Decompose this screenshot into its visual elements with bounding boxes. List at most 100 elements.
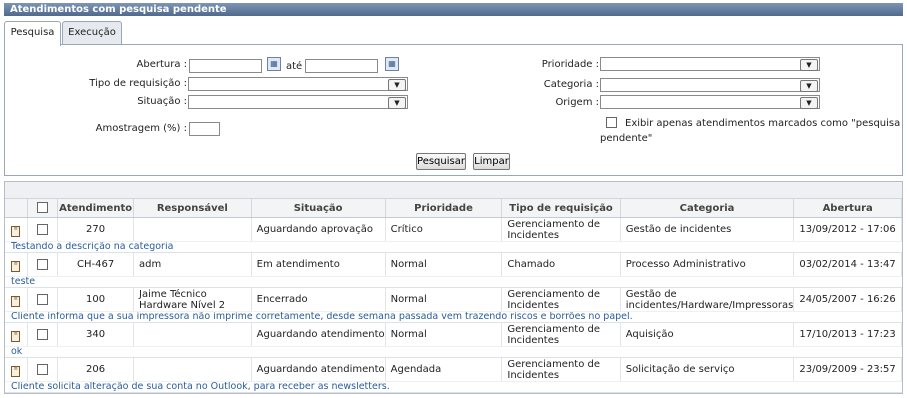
cell-tipo: Gerenciamento de Incidentes <box>501 217 621 242</box>
situacao-label: Situação : <box>137 96 187 107</box>
cell-prioridade: Normal <box>385 252 503 277</box>
cell-categoria: Aquisição <box>620 322 795 347</box>
cell-atendimento: 206 <box>57 357 135 382</box>
row-description: Testando a descrição na categoria <box>5 241 902 253</box>
search-panel: Abertura : ▦ até ▦ Tipo de requisição : … <box>4 44 903 176</box>
cell-categoria: Processo Administrativo <box>620 252 795 277</box>
cell-tipo: Gerenciamento de Incidentes <box>501 357 621 382</box>
col-situacao[interactable]: Situação <box>251 199 386 218</box>
col-tipo[interactable]: Tipo de requisição <box>501 199 621 218</box>
amostragem-input[interactable] <box>189 122 220 136</box>
col-atendimento[interactable]: Atendimento <box>57 199 135 218</box>
cell-tipo: Gerenciamento de Incidentes <box>501 322 621 347</box>
row-description: ok <box>5 346 902 358</box>
pesquisar-button[interactable]: Pesquisar <box>416 153 466 170</box>
table-row[interactable]: ≡ 340 Aguardando atendimento Normal Gere… <box>5 322 902 347</box>
cell-responsavel <box>133 357 252 382</box>
row-checkbox[interactable] <box>36 293 48 305</box>
calendar-icon[interactable]: ▦ <box>267 57 281 71</box>
cell-prioridade: Normal <box>385 287 503 312</box>
cell-abertura: 24/05/2007 - 16:26 <box>793 287 902 312</box>
document-icon[interactable]: ≡ <box>11 226 21 237</box>
exibir-pendentes-label: Exibir apenas atendimentos marcados como… <box>625 118 901 129</box>
table-row[interactable]: ≡ CH-467 adm Em atendimento Normal Chama… <box>5 252 902 277</box>
prioridade-select[interactable]: ▼ <box>600 57 820 71</box>
cell-responsavel <box>133 322 252 347</box>
cell-categoria: Gestão de incidentes <box>620 217 795 242</box>
exibir-pendentes-label-cont: pendente" <box>600 133 653 144</box>
cell-prioridade: Crítico <box>385 217 503 242</box>
cell-categoria: Gestão de incidentes/Hardware/Impressora… <box>620 287 795 312</box>
chevron-down-icon: ▼ <box>800 80 818 92</box>
table-row[interactable]: ≡ 270 Aguardando aprovação Crítico Geren… <box>5 217 902 242</box>
cell-prioridade: Normal <box>385 322 503 347</box>
row-checkbox[interactable] <box>36 363 48 375</box>
results-grid: Atendimento Responsável Situação Priorid… <box>4 181 903 394</box>
col-categoria[interactable]: Categoria <box>620 199 795 218</box>
categoria-label: Categoria : <box>543 79 599 90</box>
categoria-select[interactable]: ▼ <box>600 78 820 92</box>
document-icon[interactable]: ≡ <box>11 261 21 272</box>
row-checkbox[interactable] <box>36 328 48 340</box>
results-table: Atendimento Responsável Situação Priorid… <box>5 199 902 393</box>
origem-select[interactable]: ▼ <box>600 95 820 109</box>
table-row[interactable]: ≡ 100 Jaime Técnico Hardware Nível 2 Enc… <box>5 287 902 312</box>
tipo-requisicao-select[interactable]: ▼ <box>188 77 408 91</box>
tab-pesquisa[interactable]: Pesquisa <box>4 21 61 46</box>
document-icon[interactable]: ≡ <box>11 366 21 377</box>
cell-prioridade: Agendada <box>385 357 503 382</box>
document-icon[interactable]: ≡ <box>11 331 21 342</box>
cell-abertura: 03/02/2014 - 13:47 <box>793 252 902 277</box>
cell-responsavel: adm <box>133 252 252 277</box>
tab-execucao[interactable]: Execução <box>62 21 122 45</box>
select-all-checkbox[interactable] <box>36 202 48 214</box>
abertura-start-input[interactable] <box>189 59 262 73</box>
amostragem-label: Amostragem (%) : <box>95 123 187 134</box>
cell-abertura: 13/09/2012 - 17:06 <box>793 217 902 242</box>
chevron-down-icon: ▼ <box>800 59 818 71</box>
cell-tipo: Gerenciamento de Incidentes <box>501 287 621 312</box>
ate-label: até <box>286 61 303 72</box>
situacao-select[interactable]: ▼ <box>188 95 408 109</box>
cell-categoria: Solicitação de serviço <box>620 357 795 382</box>
row-description: Cliente solicita alteração de sua conta … <box>5 381 902 393</box>
table-row[interactable]: ≡ 206 Aguardando atendimento Agendada Ge… <box>5 357 902 382</box>
row-checkbox[interactable] <box>36 223 48 235</box>
row-checkbox[interactable] <box>36 258 48 270</box>
exibir-pendentes-checkbox[interactable] <box>606 117 617 128</box>
cell-situacao: Aguardando atendimento <box>251 322 386 347</box>
cell-atendimento: 100 <box>57 287 135 312</box>
abertura-end-input[interactable] <box>305 59 378 73</box>
chevron-down-icon: ▼ <box>388 97 406 109</box>
cell-situacao: Em atendimento <box>251 252 386 277</box>
origem-label: Origem : <box>555 97 599 108</box>
window-title: Atendimentos com pesquisa pendente <box>4 3 903 16</box>
row-description: Cliente informa que a sua impressora não… <box>5 311 902 323</box>
cell-atendimento: 340 <box>57 322 135 347</box>
abertura-label: Abertura : <box>136 59 188 70</box>
cell-atendimento: CH-467 <box>57 252 135 277</box>
cell-responsavel: Jaime Técnico Hardware Nível 2 <box>133 287 252 312</box>
document-icon[interactable]: ≡ <box>11 296 21 307</box>
cell-responsavel <box>133 217 252 242</box>
chevron-down-icon: ▼ <box>800 97 818 109</box>
cell-situacao: Aguardando aprovação <box>251 217 386 242</box>
col-select-all <box>27 199 59 218</box>
cell-situacao: Encerrado <box>251 287 386 312</box>
col-icon <box>5 199 28 218</box>
calendar-icon[interactable]: ▦ <box>385 57 399 71</box>
col-prioridade[interactable]: Prioridade <box>385 199 503 218</box>
cell-abertura: 23/09/2009 - 23:57 <box>793 357 902 382</box>
col-responsavel[interactable]: Responsável <box>133 199 252 218</box>
prioridade-label: Prioridade : <box>541 59 599 70</box>
tipo-requisicao-label: Tipo de requisição : <box>89 78 187 89</box>
cell-abertura: 17/10/2013 - 17:23 <box>793 322 902 347</box>
cell-situacao: Aguardando atendimento <box>251 357 386 382</box>
cell-tipo: Chamado <box>501 252 621 277</box>
chevron-down-icon: ▼ <box>388 79 406 91</box>
row-description: teste <box>5 276 902 288</box>
cell-atendimento: 270 <box>57 217 135 242</box>
grid-toolbar <box>5 182 902 199</box>
col-abertura[interactable]: Abertura <box>793 199 902 218</box>
limpar-button[interactable]: Limpar <box>473 153 510 170</box>
